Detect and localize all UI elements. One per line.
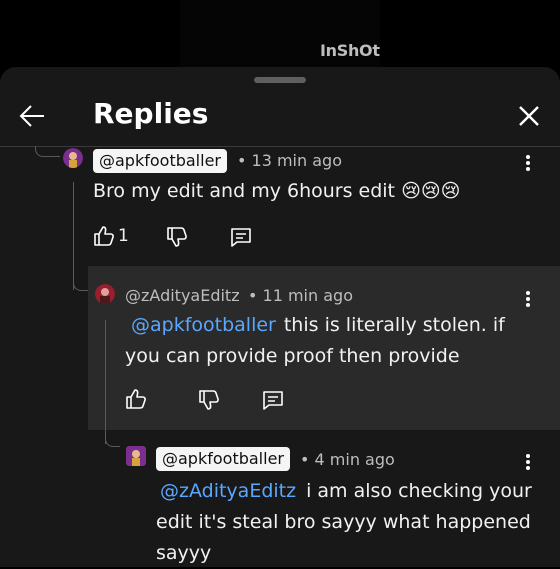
thread-line [105,320,106,444]
like-icon[interactable] [93,225,115,247]
dislike-icon[interactable] [198,389,220,411]
inshot-watermark: InShOt [320,41,380,60]
thread-line [73,182,74,290]
thread-connector [35,146,60,157]
reply-comment-icon[interactable] [230,226,252,248]
header-divider [0,146,560,147]
back-arrow-icon[interactable] [16,100,48,132]
reply-text: @apkfootballer this is literally stolen. … [125,310,545,372]
more-options-icon[interactable] [525,290,531,308]
more-options-icon[interactable] [525,154,531,172]
reply-text: Bro my edit and my 6hours edit 😢😢😢 [93,176,460,207]
mention-link[interactable]: @zAdityaEditz [160,480,296,502]
reply-text: @zAdityaEditz i am also checking your edi… [156,476,556,569]
like-count: 1 [118,226,129,246]
avatar[interactable] [95,284,115,304]
thread-connector [73,280,88,291]
more-options-icon[interactable] [525,453,531,471]
reply-text-content: Bro my edit and my 6hours edit [93,180,396,202]
author-handle[interactable]: @apkfootballer [93,149,227,173]
mention-link[interactable]: @apkfootballer [131,314,276,336]
dislike-icon[interactable] [166,226,188,248]
drag-handle[interactable] [254,77,306,83]
reply-comment-icon[interactable] [262,389,284,411]
page-title: Replies [93,97,209,130]
reply-text-line: you can provide proof then provide [125,345,460,367]
reply-text-line: sayyy [156,542,212,564]
reply-text-line: @zAdityaEditz i am also checking your [156,476,556,507]
crying-emoji: 😢😢😢 [401,180,461,202]
avatar[interactable] [126,446,146,466]
author-handle[interactable]: @apkfootballer [156,447,290,471]
timestamp: • 4 min ago [300,450,395,469]
reply-text-line: @apkfootballer this is literally stolen. … [125,310,545,341]
avatar[interactable] [63,148,83,168]
author-handle[interactable]: @zAdityaEditz [125,286,240,305]
reply-text-line: edit it's steal bro sayyy what happened [156,511,531,533]
like-icon[interactable] [125,388,147,410]
timestamp: • 11 min ago [248,286,353,305]
reply-text-content: i am also checking your [306,480,532,502]
timestamp: • 13 min ago [237,151,342,170]
close-icon[interactable] [515,102,543,130]
reply-text-content: this is literally stolen. if [283,314,505,336]
thread-connector [105,436,120,447]
